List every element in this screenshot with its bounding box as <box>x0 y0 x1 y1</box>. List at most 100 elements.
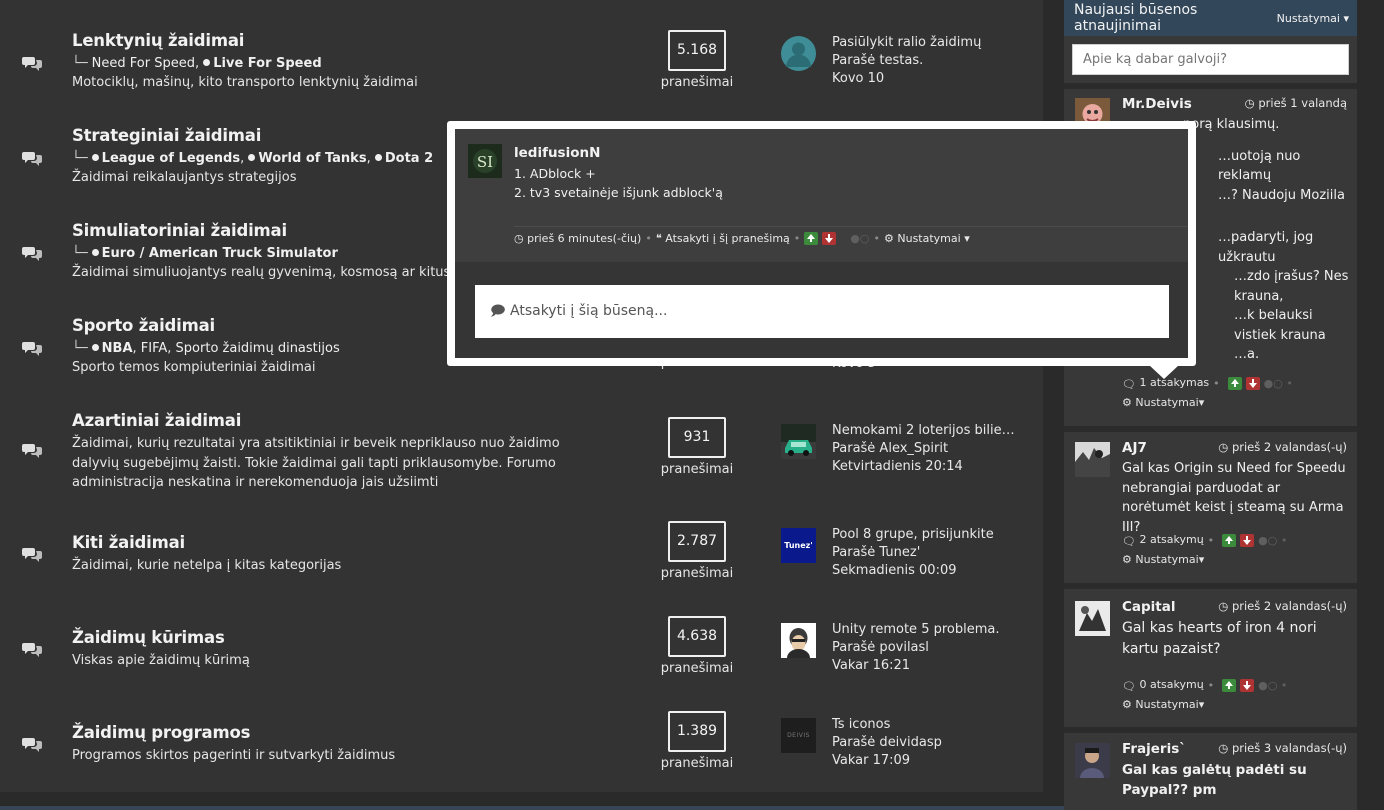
popup-time: ◷ prieš 6 minutes(-čių) <box>514 232 641 245</box>
avatar[interactable] <box>781 623 816 658</box>
sidebar-title: Naujausi būsenos atnaujinimai <box>1074 2 1198 34</box>
tree-branch-icon: └─ <box>72 341 88 356</box>
subforum-link[interactable]: FIFA <box>141 341 168 356</box>
popup-message-line: 1. ADblock + <box>514 166 596 181</box>
avatar[interactable] <box>1075 601 1110 636</box>
forum-title[interactable]: Azartiniai žaidimai <box>72 410 592 432</box>
reply-input-placeholder: Atsakyti į šią būseną... <box>510 303 668 319</box>
avatar-label: SI <box>477 153 493 171</box>
forum-info: Žaidimų programos Programos skirtos page… <box>72 722 632 766</box>
gear-icon: ⚙ <box>884 232 894 245</box>
forum-title[interactable]: Žaidimų kūrimas <box>72 627 632 649</box>
status-text: Gal kas Origin su Need for Speedu nebran… <box>1122 461 1346 535</box>
last-post-author[interactable]: Parašė deividasp <box>832 734 1022 752</box>
avatar[interactable] <box>781 36 816 71</box>
forum-title[interactable]: Žaidimų programos <box>72 722 632 744</box>
downvote-button[interactable] <box>1240 534 1255 547</box>
status-author[interactable]: Capital <box>1122 599 1176 615</box>
last-post-title[interactable]: Ts iconos <box>832 716 1022 734</box>
subforum-link[interactable]: Live For Speed <box>203 56 321 71</box>
upvote-button[interactable] <box>1222 534 1237 547</box>
status-author[interactable]: AJ7 <box>1122 440 1147 456</box>
status-input[interactable] <box>1072 44 1349 75</box>
sidebar-settings-dropdown[interactable]: Nustatymai ▾ <box>1277 12 1349 25</box>
gear-icon: ⚙ <box>1122 698 1132 711</box>
post-count-label: pranešimai <box>660 462 734 477</box>
avatar[interactable] <box>1075 743 1110 778</box>
status-settings-dropdown[interactable]: ⚙ Nustatymai▾ <box>1122 698 1204 711</box>
comments-icon: 🗨 <box>1122 680 1136 693</box>
divider <box>1064 727 1357 733</box>
forum-info: Azartiniai žaidimai Žaidimai, kurių rezu… <box>72 410 592 493</box>
subforum-link[interactable]: Need For Speed <box>92 56 195 71</box>
downvote-button[interactable] <box>1240 679 1255 692</box>
last-post-author[interactable]: Parašė Tunez' <box>832 544 1022 562</box>
status-time: ◷ prieš 2 valandas(-ų) <box>1218 599 1347 613</box>
downvote-button[interactable] <box>1245 377 1260 390</box>
avatar[interactable] <box>1075 442 1110 477</box>
reply-input[interactable]: 🗩 Atsakyti į šią būseną... <box>475 285 1169 338</box>
last-post-title[interactable]: Pool 8 grupe, prisijunkite <box>832 526 1022 544</box>
last-post-author[interactable]: Parašė Alex_Spirit <box>832 440 1022 458</box>
status-settings-label: Nustatymai <box>1135 396 1199 409</box>
last-post-title[interactable]: Nemokami 2 loterijos bilie… <box>832 422 1022 440</box>
divider <box>514 226 1188 227</box>
forum-stats: 4.638 pranešimai <box>660 616 734 676</box>
status-settings-dropdown[interactable]: ⚙ Nustatymai▾ <box>1122 396 1204 409</box>
downvote-button[interactable] <box>822 232 837 245</box>
gear-icon: ⚙ <box>1122 553 1132 566</box>
status-author[interactable]: Frajeris` <box>1122 741 1186 757</box>
divider <box>1064 583 1357 589</box>
avatar[interactable]: DEIVIS <box>781 718 816 753</box>
status-author[interactable]: Mr.Deivis <box>1122 96 1192 112</box>
clock-icon: ◷ <box>514 232 524 245</box>
subforum-link[interactable]: Euro / American Truck Simulator <box>92 246 338 261</box>
reputation-indicator: ●○ • <box>1258 534 1288 547</box>
avatar[interactable]: Tunez' <box>781 528 816 563</box>
last-post-title[interactable]: Pasiūlykit ralio žaidimų <box>832 34 1022 52</box>
upvote-button[interactable] <box>1227 377 1242 390</box>
popup-settings-dropdown[interactable]: ⚙ Nustatymai ▾ <box>884 232 970 245</box>
forum-stats: 931 pranešimai <box>660 417 734 477</box>
subforum-link[interactable]: League of Legends <box>92 151 240 166</box>
speech-bubble-icon: 🗩 <box>490 303 506 319</box>
post-count: 931 <box>668 417 726 458</box>
status-meta: 🗨 0 atsakymų • ●○ • <box>1122 678 1287 693</box>
last-post-author[interactable]: Parašė povilasl <box>832 639 1022 657</box>
subforum-link[interactable]: NBA <box>92 341 133 356</box>
avatar[interactable]: SI <box>468 144 502 178</box>
last-post-author[interactable]: Parašė testas. <box>832 52 1022 70</box>
last-post-date: Kovo 10 <box>832 71 885 86</box>
quote-reply-link[interactable]: ❝ Atsakyti į šį pranešimą <box>656 232 790 245</box>
subforum-link[interactable]: Dota 2 <box>375 151 433 166</box>
popup-author[interactable]: ledifusionN <box>514 145 600 161</box>
forum-info: Žaidimų kūrimas Viskas apie žaidimų kūri… <box>72 627 632 671</box>
status-time-text: prieš 2 valandas(-ų) <box>1231 440 1347 454</box>
upvote-button[interactable] <box>1222 679 1237 692</box>
quote-reply-label: Atsakyti į šį pranešimą <box>665 232 790 245</box>
divider <box>1064 83 1357 89</box>
reputation-indicator: ●○ • <box>1258 679 1288 692</box>
separator-dot: • <box>873 232 881 245</box>
forum-title[interactable]: Kiti žaidimai <box>72 532 632 554</box>
status-settings-dropdown[interactable]: ⚙ Nustatymai▾ <box>1122 553 1204 566</box>
reply-count-link[interactable]: 🗨 2 atsakymų <box>1122 533 1204 548</box>
reply-count-text: 0 atsakymų <box>1139 678 1204 691</box>
forum-chat-icon <box>22 442 42 458</box>
popup-pointer <box>1149 365 1179 379</box>
subforum-link[interactable]: World of Tanks <box>248 151 366 166</box>
status-time: ◷ prieš 3 valandas(-ų) <box>1218 741 1347 755</box>
last-post-title[interactable]: Unity remote 5 problema. <box>832 621 1022 639</box>
forum-info: Kiti žaidimai Žaidimai, kurie netelpa į … <box>72 532 632 576</box>
status-settings-label: Nustatymai <box>1135 698 1199 711</box>
subforum-link[interactable]: Sporto žaidimų dinastijos <box>176 341 340 356</box>
reply-count-link[interactable]: 🗨 0 atsakymų <box>1122 678 1204 693</box>
subforum-list: └─ Need For Speed, Live For Speed <box>72 56 322 71</box>
upvote-button[interactable] <box>804 232 819 245</box>
avatar[interactable] <box>781 424 816 459</box>
sidebar-settings-label: Nustatymai <box>1276 11 1340 25</box>
tree-branch-icon: └─ <box>72 56 88 71</box>
status-time-text: prieš 1 valandą <box>1258 96 1347 110</box>
tree-branch-icon: └─ <box>72 151 88 166</box>
forum-title[interactable]: Lenktynių žaidimai <box>72 30 632 52</box>
